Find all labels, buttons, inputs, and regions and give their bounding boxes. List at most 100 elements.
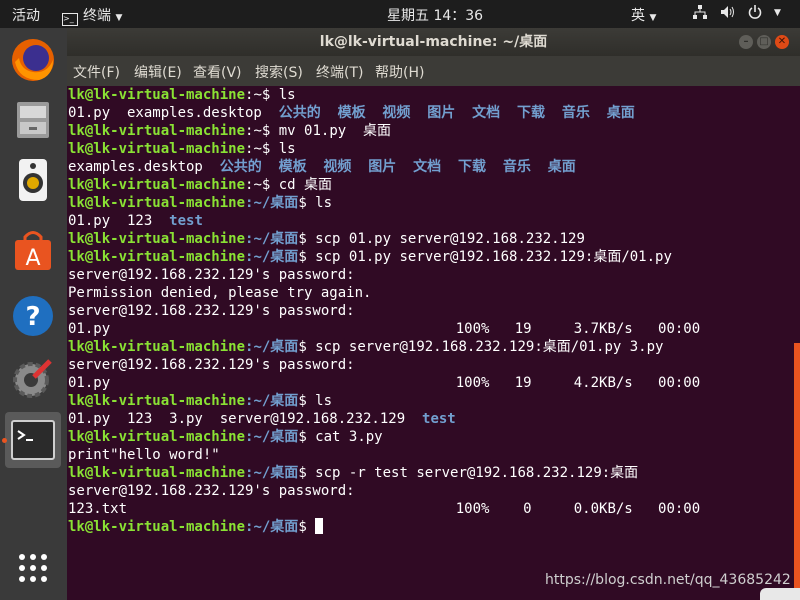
prompt-path: :~$ — [245, 87, 271, 103]
terminal-app-icon: >_ — [62, 13, 78, 26]
output-text: 01.py examples.desktop — [68, 105, 279, 121]
output-text: print"hello word!" — [68, 447, 220, 463]
command-text: $ scp -r test server@192.168.232.129:桌面 — [298, 465, 639, 481]
top-bar: 活动 >_ 终端 ▼ 星期五 14：36 英 ▼ ▼ — [0, 0, 800, 28]
output-text: 01.py 123 — [68, 213, 170, 229]
terminal-line: lk@lk-virtual-machine:~/桌面$ scp -r test … — [67, 464, 792, 482]
output-text: server@192.168.232.129's password: — [68, 483, 355, 499]
terminal-line: 01.py 123 test — [67, 212, 792, 230]
shopping-bag-icon: A — [15, 231, 51, 271]
menu-bar: 文件(F) 编辑(E) 查看(V) 搜索(S) 终端(T) 帮助(H) — [67, 56, 800, 86]
command-text: $ ls — [298, 393, 333, 409]
power-icon[interactable] — [748, 5, 762, 23]
prompt-path: :~/桌面 — [245, 195, 299, 211]
dock-rhythmbox[interactable] — [5, 152, 61, 208]
volume-icon[interactable] — [720, 5, 736, 23]
prompt-path: :~/桌面 — [245, 465, 299, 481]
prompt-user: lk@lk-virtual-machine — [68, 195, 246, 211]
maximize-button[interactable]: □ — [757, 35, 771, 49]
prompt-user: lk@lk-virtual-machine — [68, 465, 246, 481]
svg-text:A: A — [25, 246, 40, 271]
terminal-line: lk@lk-virtual-machine:~$ ls — [67, 140, 792, 158]
close-button[interactable]: ✕ — [775, 35, 789, 49]
terminal-line: lk@lk-virtual-machine:~/桌面$ ls — [67, 392, 792, 410]
terminal-window: lk@lk-virtual-machine: ~/桌面 – □ ✕ 文件(F) … — [67, 28, 800, 600]
prompt-path: :~/桌面 — [245, 429, 299, 445]
watermark-logo — [760, 588, 800, 600]
prompt-path: :~/桌面 — [245, 393, 299, 409]
prompt-user: lk@lk-virtual-machine — [68, 141, 246, 157]
window-titlebar[interactable]: lk@lk-virtual-machine: ~/桌面 – □ ✕ — [67, 28, 800, 56]
transfer-progress: 01.py 100% 19 4.2KB/s 00:00 — [68, 375, 701, 391]
menu-edit[interactable]: 编辑(E) — [134, 62, 182, 82]
output-text: server@192.168.232.129's password: — [68, 303, 355, 319]
svg-text:?: ? — [25, 302, 40, 332]
chevron-down-icon: ▼ — [115, 13, 123, 23]
prompt-user: lk@lk-virtual-machine — [68, 231, 246, 247]
dock: A ? — [0, 28, 67, 600]
menu-help[interactable]: 帮助(H) — [375, 62, 424, 82]
input-method-label: 英 — [631, 8, 645, 24]
input-method-indicator[interactable]: 英 ▼ — [631, 5, 656, 25]
network-icon[interactable] — [693, 5, 707, 23]
prompt-path: :~/桌面 — [245, 249, 299, 265]
prompt-path: :~$ — [245, 177, 271, 193]
terminal-icon — [11, 420, 55, 460]
prompt-user: lk@lk-virtual-machine — [68, 249, 246, 265]
chevron-down-icon[interactable]: ▼ — [774, 8, 781, 18]
dock-files[interactable] — [5, 92, 61, 148]
dock-terminal[interactable] — [5, 412, 61, 468]
file-cabinet-icon — [17, 102, 49, 138]
menu-terminal[interactable]: 终端(T) — [316, 62, 363, 82]
dock-firefox[interactable] — [5, 32, 61, 88]
activities-button[interactable]: 活动 — [12, 5, 40, 25]
clock[interactable]: 星期五 14：36 — [387, 5, 483, 25]
app-menu[interactable]: >_ 终端 ▼ — [62, 5, 122, 26]
command-text: $ ls — [298, 195, 333, 211]
menu-search[interactable]: 搜索(S) — [255, 62, 303, 82]
command-text: cd 桌面 — [270, 177, 333, 193]
chevron-down-icon: ▼ — [649, 13, 657, 23]
show-applications-button[interactable] — [5, 540, 61, 596]
dock-help[interactable]: ? — [5, 288, 61, 344]
dock-software[interactable]: A — [5, 222, 61, 278]
command-text: $ scp server@192.168.232.129:桌面/01.py 3.… — [298, 339, 664, 355]
command-text: ls — [270, 141, 296, 157]
command-text: mv 01.py 桌面 — [270, 123, 392, 139]
transfer-progress: 123.txt 100% 0 0.0KB/s 00:00 — [68, 501, 701, 517]
window-title: lk@lk-virtual-machine: ~/桌面 — [319, 34, 548, 50]
prompt-path: :~/桌面 — [245, 519, 299, 535]
watermark-text: https://blog.csdn.net/qq_43685242 — [545, 572, 791, 588]
output-text: 01.py 123 3.py server@192.168.232.129 — [68, 411, 423, 427]
dock-settings[interactable] — [5, 350, 61, 406]
command-text: $ scp 01.py server@192.168.232.129 — [298, 231, 585, 247]
prompt-user: lk@lk-virtual-machine — [68, 177, 246, 193]
menu-view[interactable]: 查看(V) — [193, 62, 242, 82]
command-text: ls — [270, 87, 296, 103]
output-text: examples.desktop — [68, 159, 220, 175]
terminal-output[interactable]: lk@lk-virtual-machine:~$ ls 01.py exampl… — [67, 86, 792, 600]
directory-names: 公共的 模板 视频 图片 文档 下载 音乐 桌面 — [278, 105, 635, 121]
prompt-path: :~$ — [245, 123, 271, 139]
minimize-button[interactable]: – — [739, 35, 753, 49]
menu-file[interactable]: 文件(F) — [73, 62, 120, 82]
terminal-line: lk@lk-virtual-machine:~/桌面$ scp 01.py se… — [67, 230, 792, 248]
output-text: server@192.168.232.129's password: — [68, 357, 355, 373]
terminal-line: lk@lk-virtual-machine:~$ mv 01.py 桌面 — [67, 122, 792, 140]
settings-gear-icon — [13, 359, 52, 398]
prompt-user: lk@lk-virtual-machine — [68, 123, 246, 139]
terminal-line: examples.desktop 公共的 模板 视频 图片 文档 下载 音乐 桌… — [67, 158, 792, 176]
terminal-line: lk@lk-virtual-machine:~/桌面$ cat 3.py — [67, 428, 792, 446]
scrollbar[interactable] — [794, 343, 800, 600]
terminal-line: lk@lk-virtual-machine:~/桌面$ ls — [67, 194, 792, 212]
output-text: server@192.168.232.129's password: — [68, 267, 355, 283]
app-grid-icon — [19, 554, 47, 582]
text-cursor — [315, 518, 324, 534]
prompt-user: lk@lk-virtual-machine — [68, 339, 246, 355]
terminal-line: lk@lk-virtual-machine:~/桌面$ — [67, 518, 792, 536]
terminal-line: 01.py 123 3.py server@192.168.232.129 te… — [67, 410, 792, 428]
command-text: $ scp 01.py server@192.168.232.129:桌面/01… — [298, 249, 672, 265]
prompt-path: :~/桌面 — [245, 231, 299, 247]
command-text: $ — [298, 519, 316, 535]
prompt-user: lk@lk-virtual-machine — [68, 87, 246, 103]
